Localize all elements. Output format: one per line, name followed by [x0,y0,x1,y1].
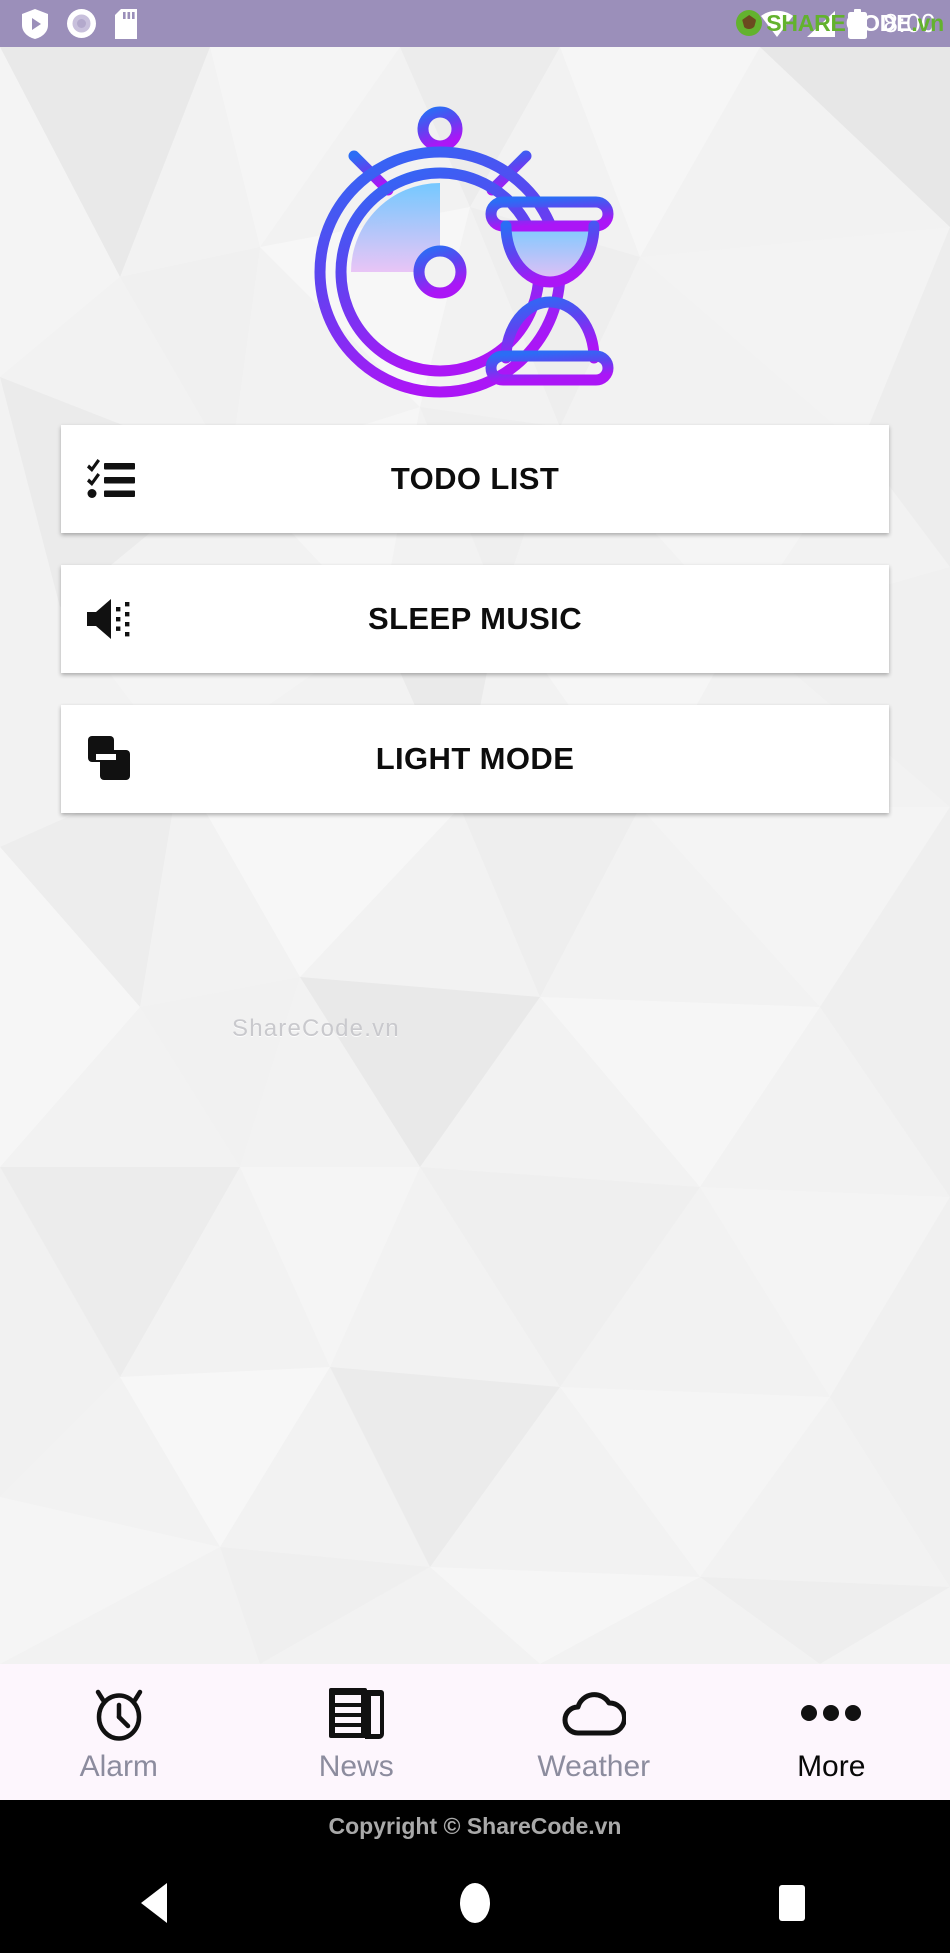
light-mode-label: LIGHT MODE [375,741,575,776]
status-bar-clock: 8:00 [883,8,936,38]
layers-flip-icon [83,731,139,787]
back-button[interactable] [0,1853,317,1953]
play-protect-icon [22,8,48,39]
checklist-icon [83,451,139,507]
newspaper-icon [327,1684,385,1742]
app-logo [0,102,950,412]
sleep-music-button[interactable]: SLEEP MUSIC [61,565,889,673]
stopwatch-hourglass-logo-icon [314,106,614,398]
home-circle-icon [460,1883,490,1923]
status-bar-right-icons: 8:00 [760,0,936,47]
tab-more-label: More [797,1750,866,1783]
alarm-clock-icon [90,1684,148,1742]
status-bar-left-icons [22,0,137,47]
signal-icon [807,10,836,37]
app-content-area: TODO LIST SLEEP MUSIC LIGHT MODE ShareCo… [0,47,950,1664]
disc-icon [67,9,96,38]
tab-alarm-label: Alarm [79,1750,158,1783]
recents-button[interactable] [633,1853,950,1953]
tab-more[interactable]: More [713,1664,950,1800]
tab-weather[interactable]: Weather [475,1664,713,1800]
center-watermark-text: ShareCode.vn [232,1015,400,1042]
tab-weather-label: Weather [537,1750,651,1783]
main-menu: TODO LIST SLEEP MUSIC LIGHT MODE [61,425,889,845]
phone-screen: 8:00 SHARECODE.vn TODO LIST SLEEP MUSIC … [0,0,950,1953]
copyright-text: Copyright © ShareCode.vn [328,1813,622,1839]
battery-icon [848,8,868,39]
sd-card-icon [115,8,137,39]
copyright-strip: Copyright © ShareCode.vn [0,1800,950,1853]
sharecode-badge-icon [736,10,763,36]
recents-square-icon [778,1885,805,1921]
status-bar: 8:00 SHARECODE.vn [0,0,950,47]
todo-list-button[interactable]: TODO LIST [61,425,889,533]
todo-list-label: TODO LIST [390,461,560,496]
light-mode-button[interactable]: LIGHT MODE [61,705,889,813]
speaker-waves-icon [83,591,139,647]
tab-alarm[interactable]: Alarm [0,1664,238,1800]
wifi-icon [761,10,794,37]
home-button[interactable] [317,1853,634,1953]
more-dots-icon [800,1684,862,1742]
stopwatch-center-pivot [413,245,467,299]
sleep-music-label: SLEEP MUSIC [368,601,582,636]
hourglass-icon [485,196,614,386]
bottom-tab-bar: Alarm News Weather More [0,1664,950,1800]
cloud-icon [562,1684,626,1742]
tab-news[interactable]: News [238,1664,476,1800]
back-triangle-icon [141,1883,168,1923]
tab-news-label: News [318,1750,394,1783]
android-navigation-bar [0,1853,950,1953]
